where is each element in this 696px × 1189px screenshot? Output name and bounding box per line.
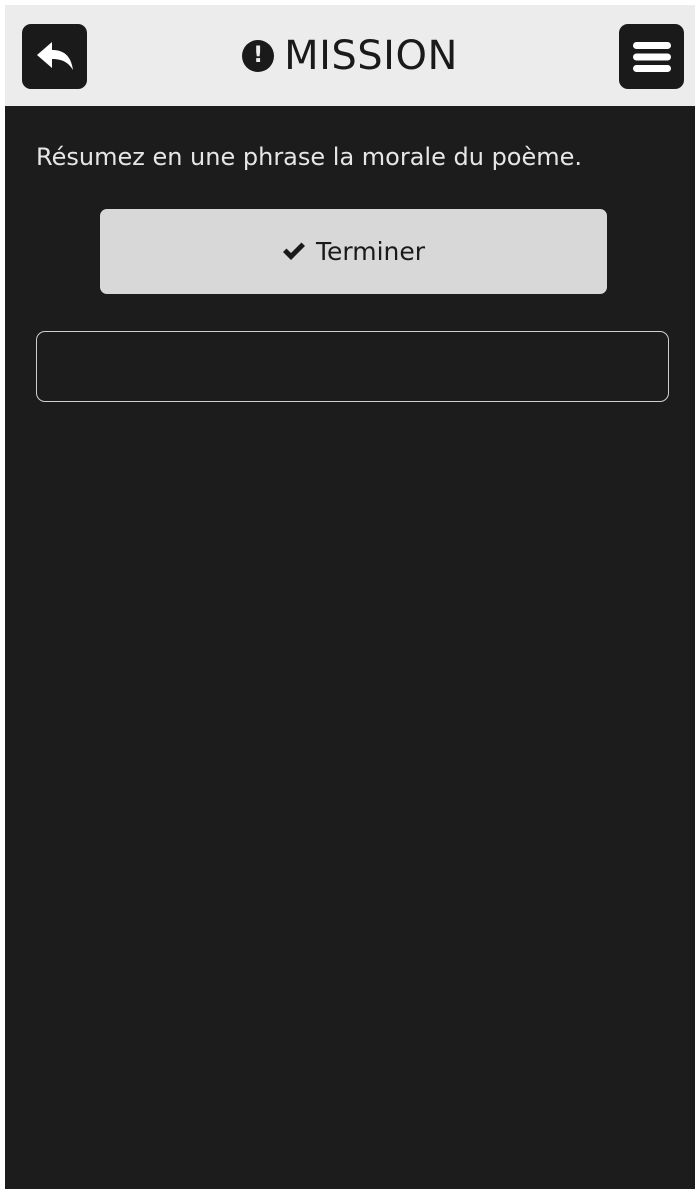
hamburger-menu-icon bbox=[632, 41, 671, 72]
answer-input[interactable] bbox=[36, 331, 669, 402]
mission-screen: ! MISSION Résumez en une phrase la moral… bbox=[5, 5, 695, 1189]
finish-button[interactable]: Terminer bbox=[100, 209, 607, 294]
menu-button[interactable] bbox=[619, 24, 684, 89]
page-title: ! MISSION bbox=[5, 5, 695, 106]
header-bar: ! MISSION bbox=[5, 5, 695, 106]
back-button[interactable] bbox=[22, 24, 87, 89]
mission-prompt: Résumez en une phrase la morale du poème… bbox=[36, 143, 583, 171]
page-title-text: MISSION bbox=[284, 32, 458, 79]
exclamation-circle-icon: ! bbox=[242, 39, 275, 72]
reply-arrow-icon bbox=[36, 41, 73, 70]
checkmark-icon bbox=[282, 242, 305, 260]
finish-button-label: Terminer bbox=[315, 237, 426, 266]
